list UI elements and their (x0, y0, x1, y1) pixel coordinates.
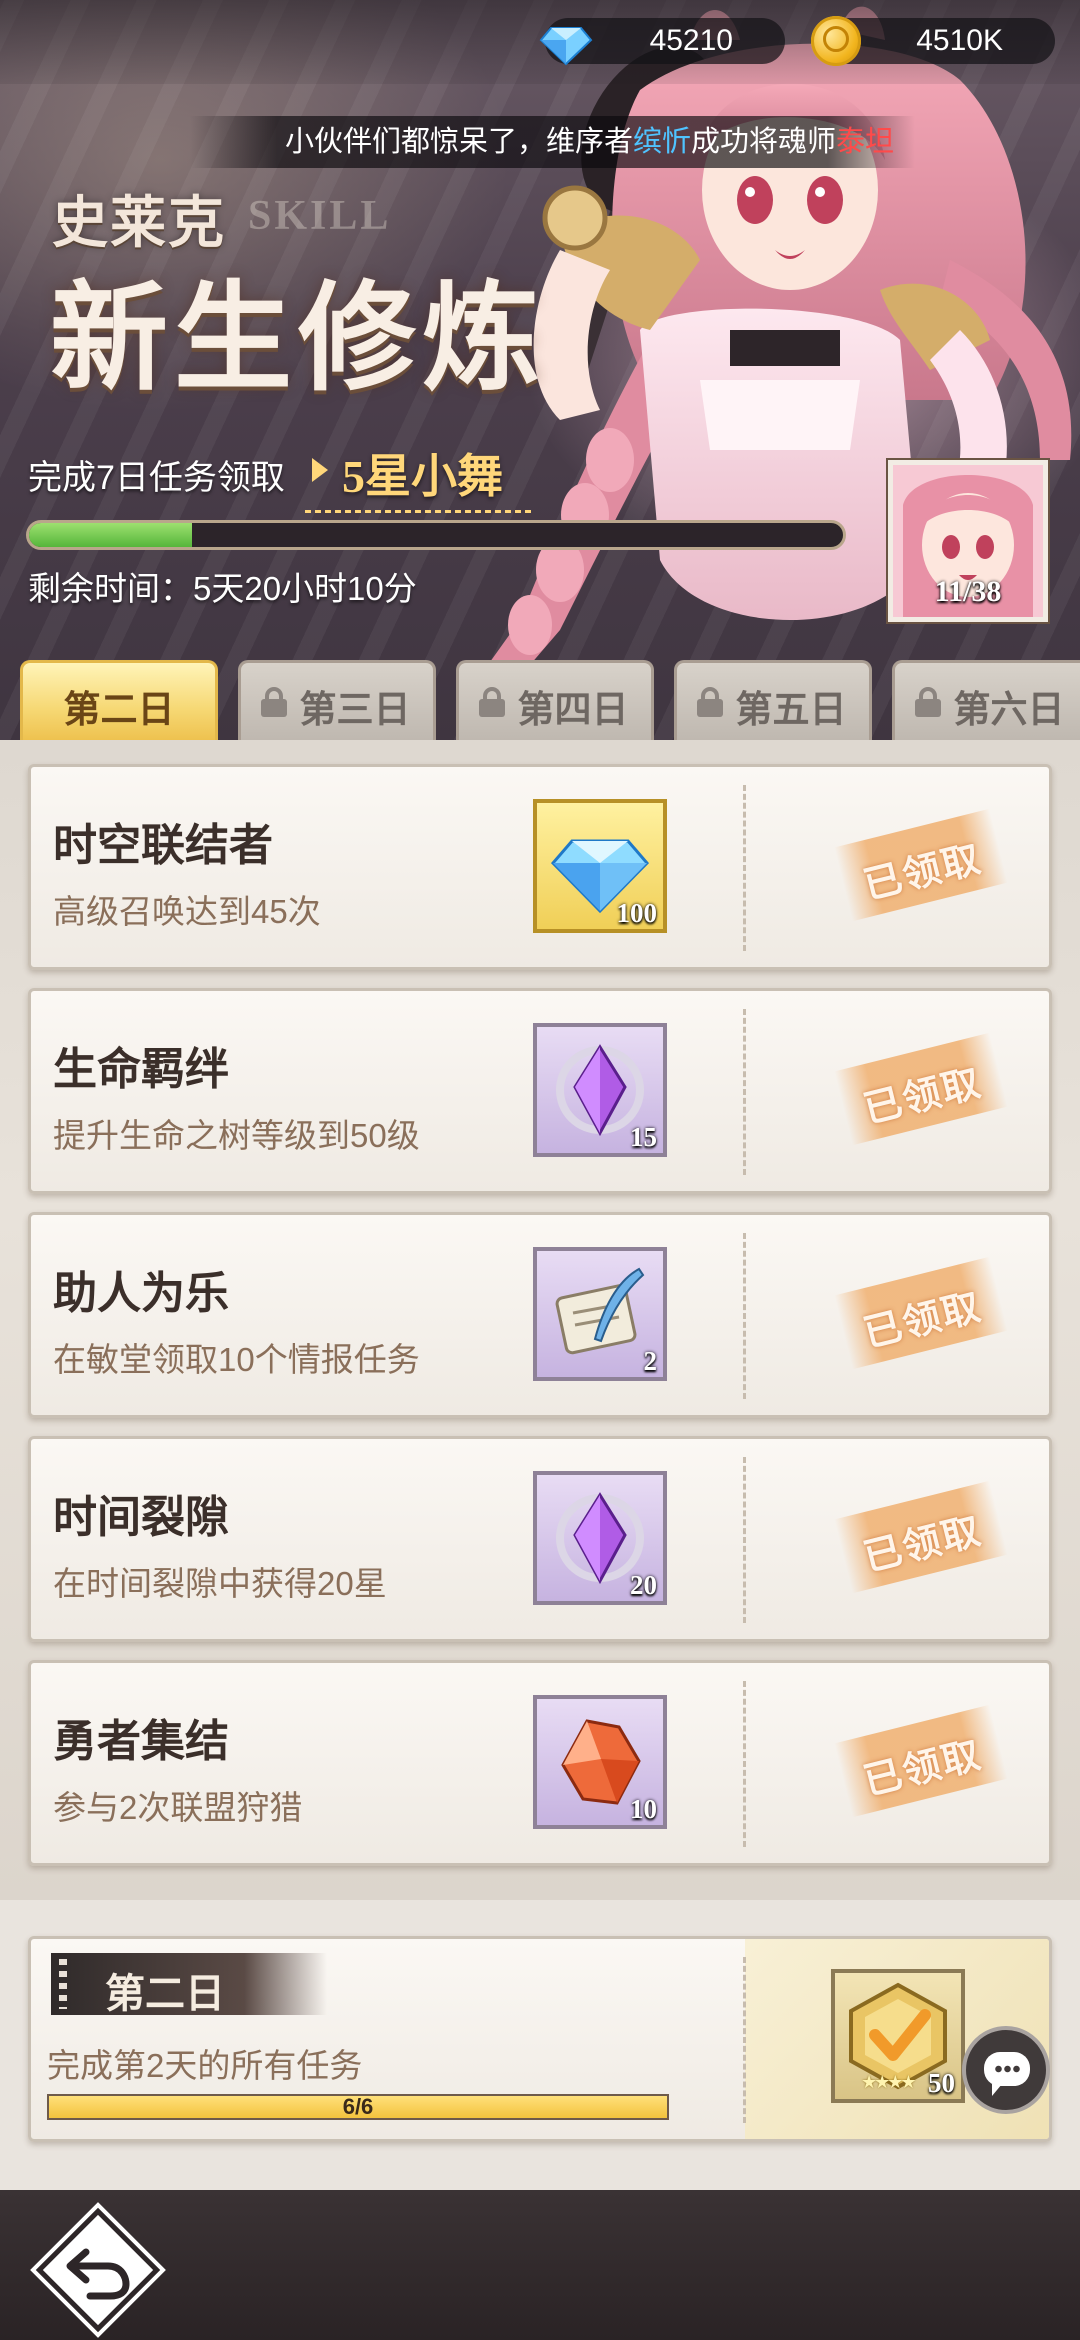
ticker-target: 泰坦 (836, 126, 895, 158)
claimed-stamp: 已领取 (834, 808, 1008, 922)
claimed-label: 已领取 (859, 1061, 987, 1132)
screen: 45210 4510K 小伙伴们都惊呆了，维序者缤忻成功将魂师泰坦 史莱克 SK… (0, 0, 1080, 2340)
task-list: 时空联结者 高级召唤达到45次 100 已领取 生命羁绊 提升生命之树等级到50… (0, 740, 1080, 1900)
claimed-stamp: 已领取 (834, 1032, 1008, 1146)
tab-label: 第六日 (953, 690, 1065, 731)
reward-quantity: 100 (616, 898, 658, 928)
event-title: 新生修炼 (50, 274, 547, 405)
summary-progress-text: 6/6 (342, 2094, 374, 2119)
task-card: 勇者集结 参与2次联盟狩猎 10 已领取 (28, 1660, 1052, 1866)
event-banner: 45210 4510K 小伙伴们都惊呆了，维序者缤忻成功将魂师泰坦 史莱克 SK… (0, 0, 1080, 740)
scroll-feather-icon (555, 1267, 645, 1355)
task-name: 时空联结者 (53, 821, 273, 870)
task-card: 时间裂隙 在时间裂隙中获得20星 20 已领取 (28, 1436, 1052, 1642)
announcement-ticker: 小伙伴们都惊呆了，维序者缤忻成功将魂师泰坦 (190, 116, 915, 168)
reward-hero-name[interactable]: 5星小舞 (342, 440, 503, 506)
task-card: 助人为乐 在敏堂领取10个情报任务 2 已领取 (28, 1212, 1052, 1418)
task-name: 勇者集结 (53, 1717, 229, 1766)
reward-quantity: 20 (630, 1570, 657, 1600)
reward-quantity: 50 (928, 2068, 955, 2098)
arrow-right-icon (312, 458, 328, 482)
reward-quantity: 2 (643, 1346, 658, 1376)
claimed-stamp: 已领取 (834, 1704, 1008, 1818)
task-reward[interactable]: 10 (533, 1695, 667, 1829)
claimed-label: 已领取 (859, 1733, 987, 1804)
hero-portrait[interactable]: 11/38 (888, 460, 1048, 622)
task-reward[interactable]: 2 (533, 1247, 667, 1381)
claimed-label: 已领取 (859, 837, 987, 908)
reward-quantity: 10 (630, 1794, 657, 1824)
remaining-time: 剩余时间：5天20小时10分 (28, 570, 417, 607)
day-tag-label: 第二日 (105, 1971, 225, 2016)
day-summary-card: 第二日 完成第2天的所有任务 6/6 ★★★★ 50 (28, 1936, 1052, 2142)
hero-shard-count: 11/38 (934, 575, 1002, 608)
gold-count: 4510K (916, 24, 1003, 57)
diamond-balance[interactable]: 45210 (539, 18, 785, 66)
tab-day-2[interactable]: 第二日 (20, 660, 218, 740)
task-reward[interactable]: 100 (533, 799, 667, 933)
event-progress-bar (26, 520, 846, 550)
reward-stars: ★★★★ (861, 2072, 917, 2092)
back-button[interactable] (34, 2206, 162, 2334)
tab-day-3[interactable]: 第三日 (238, 660, 436, 740)
task-reward[interactable]: 15 (533, 1023, 667, 1157)
task-desc: 提升生命之树等级到50级 (53, 1117, 420, 1154)
task-reward[interactable]: 20 (533, 1471, 667, 1605)
task-desc: 在时间裂隙中获得20星 (53, 1565, 387, 1602)
task-card: 生命羁绊 提升生命之树等级到50级 15 已领取 (28, 988, 1052, 1194)
task-requirement: 完成7日任务领取 (28, 459, 285, 497)
task-desc: 在敏堂领取10个情报任务 (53, 1341, 420, 1378)
diamond-icon (539, 27, 593, 66)
summary-reward[interactable]: ★★★★ 50 (831, 1969, 965, 2103)
tab-day-6[interactable]: 第六日 (892, 660, 1080, 740)
back-arrow-icon (66, 2248, 130, 2300)
summary-desc: 完成第2天的所有任务 (47, 2047, 363, 2084)
day-tag: 第二日 (51, 1953, 327, 2016)
task-desc: 参与2次联盟狩猎 (53, 1789, 303, 1826)
ticker-middle: 成功将魂师 (691, 126, 837, 158)
ticker-player: 缤忻 (633, 126, 692, 158)
tab-day-4[interactable]: 第四日 (456, 660, 654, 740)
summary-progress-bar: 6/6 (47, 2094, 669, 2120)
diamond-count: 45210 (649, 24, 733, 57)
ticker-prefix: 小伙伴们都惊呆了，维序者 (285, 126, 634, 158)
event-progress-fill (29, 523, 192, 547)
tab-label: 第四日 (517, 690, 629, 731)
claimed-label: 已领取 (859, 1285, 987, 1356)
day-tabs: 第二日 第三日 第四日 第五日 第六日 (0, 660, 1080, 740)
reward-quantity: 15 (630, 1122, 657, 1152)
task-name: 助人为乐 (53, 1269, 229, 1318)
task-name: 时间裂隙 (53, 1493, 229, 1542)
tab-label: 第二日 (63, 690, 175, 731)
task-desc: 高级召唤达到45次 (53, 893, 321, 930)
claimed-stamp: 已领取 (834, 1480, 1008, 1594)
claimed-label: 已领取 (859, 1509, 987, 1580)
chat-button[interactable] (962, 2026, 1050, 2114)
task-name: 生命羁绊 (53, 1045, 229, 1094)
gold-balance[interactable]: 4510K (811, 16, 1055, 66)
claimed-stamp: 已领取 (834, 1256, 1008, 1370)
gold-coin-icon (811, 16, 861, 66)
bottom-bar (0, 2190, 1080, 2340)
task-card: 时空联结者 高级召唤达到45次 100 已领取 (28, 764, 1052, 970)
event-subtitle-en: SKILL (248, 193, 392, 239)
tab-label: 第三日 (299, 690, 411, 731)
tab-day-5[interactable]: 第五日 (674, 660, 872, 740)
tab-label: 第五日 (735, 690, 847, 731)
